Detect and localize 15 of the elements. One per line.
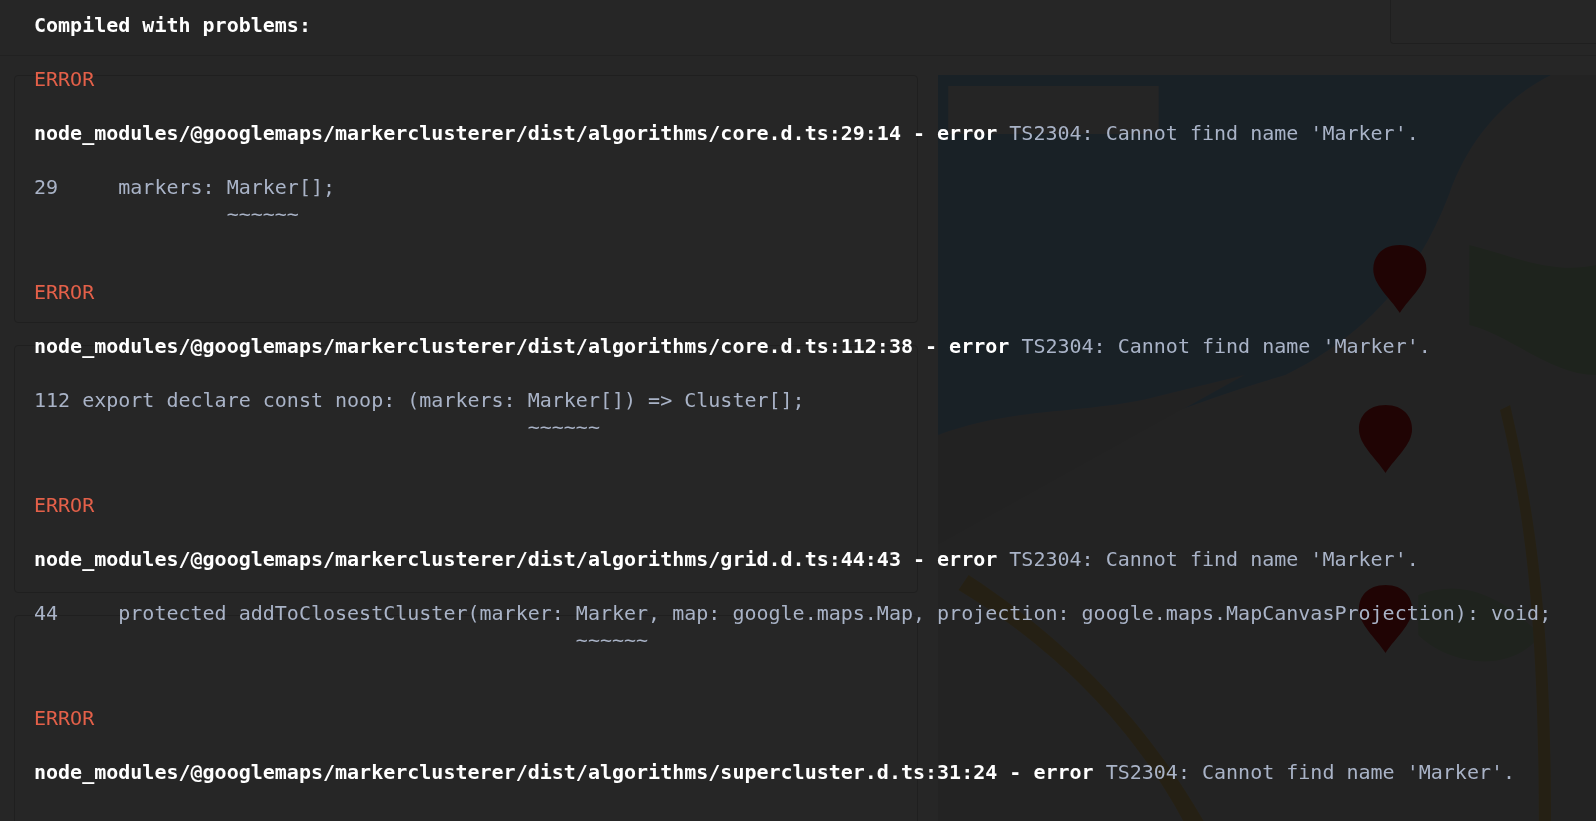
error-underline: ~~~~~~ <box>526 414 600 440</box>
code-line: 44 protected addToClosestCluster(marker: Marker, map: google.maps.Map, projection: google.maps.MapCanvasProjection): void; <box>34 600 1552 627</box>
code-line: 112 export declare const noop: (markers: Marker[]) => Cluster[]; <box>34 387 805 414</box>
error-label: ERROR <box>34 705 95 732</box>
error-underline: ~~~~~~ <box>225 201 299 227</box>
error-underline: ~~~~~~ <box>574 627 649 653</box>
error-label: ERROR <box>34 492 95 519</box>
error-location: node_modules/@googlemaps/markerclusterer/dist/algorithms/supercluster.d.ts:31:24 - error TS2304: Cannot find name 'Marker'. <box>34 759 1516 786</box>
error-label: ERROR <box>34 279 95 306</box>
error-location: node_modules/@googlemaps/markerclusterer/dist/algorithms/grid.d.ts:44:43 - error TS2304: Cannot find name 'Marker'. <box>34 546 1419 573</box>
code-line: 29 markers: Marker[]; <box>34 174 336 201</box>
overlay-title: Compiled with problems: <box>34 12 311 39</box>
error-label: ERROR <box>34 66 95 93</box>
error-location: node_modules/@googlemaps/markerclusterer/dist/algorithms/core.d.ts:29:14 - error TS2304: Cannot find name 'Marker'. <box>34 120 1419 147</box>
error-location: node_modules/@googlemaps/markerclusterer/dist/algorithms/core.d.ts:112:38 - error TS2304: Cannot find name 'Marker'. <box>34 333 1431 360</box>
